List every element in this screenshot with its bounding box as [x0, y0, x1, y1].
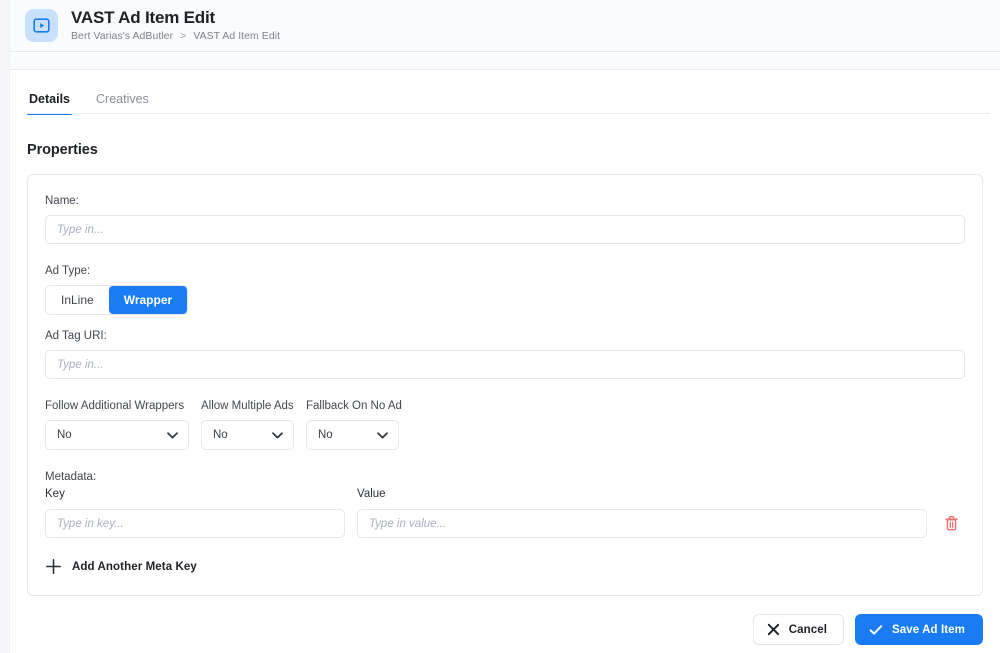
section-title-properties: Properties: [27, 142, 98, 158]
metadata-value-header: Value: [357, 488, 386, 500]
page-header: VAST Ad Item Edit Bert Varias's AdButler…: [10, 0, 1000, 52]
dropdown-group-follow-additional-wrappers: Follow Additional Wrappers No: [45, 399, 189, 450]
metadata-value-input[interactable]: [357, 509, 927, 538]
content-area: Properties Name: Ad Type: InLine Wrapper…: [10, 115, 1000, 645]
dropdown-row: Follow Additional Wrappers No Allow Mult…: [45, 399, 965, 450]
ad-type-option-wrapper[interactable]: Wrapper: [108, 286, 188, 314]
dropdown-value-follow-additional-wrappers: No: [57, 429, 72, 441]
metadata-key-header: Key: [45, 488, 65, 500]
cancel-button[interactable]: Cancel: [752, 614, 844, 645]
plus-icon: [46, 559, 61, 574]
cancel-button-label: Cancel: [788, 623, 827, 636]
header-band: [10, 53, 1000, 70]
add-another-meta-key-label: Add Another Meta Key: [72, 560, 197, 573]
dropdown-label-follow-additional-wrappers: Follow Additional Wrappers: [45, 400, 185, 412]
dropdown-fallback-on-no-ad[interactable]: No: [306, 420, 399, 450]
name-input[interactable]: [45, 215, 965, 244]
video-play-icon: [25, 9, 58, 42]
metadata-row: [45, 509, 965, 538]
dropdown-label-allow-multiple-ads: Allow Multiple Ads: [201, 400, 294, 412]
ad-type-label: Ad Type:: [45, 265, 91, 277]
chevron-down-icon: [272, 431, 283, 438]
metadata-delete-row-button[interactable]: [937, 510, 965, 538]
breadcrumb: Bert Varias's AdButler > VAST Ad Item Ed…: [71, 30, 280, 43]
dropdown-value-allow-multiple-ads: No: [213, 429, 228, 441]
dropdown-label-fallback-on-no-ad: Fallback On No Ad: [306, 400, 402, 412]
save-ad-item-button[interactable]: Save Ad Item: [855, 614, 983, 645]
ad-tag-uri-input[interactable]: [45, 350, 965, 379]
breadcrumb-current: VAST Ad Item Edit: [193, 30, 281, 42]
ad-type-toggle-group: InLine Wrapper: [45, 285, 189, 315]
tab-details[interactable]: Details: [27, 92, 72, 115]
ad-tag-uri-label: Ad Tag URI:: [45, 330, 107, 342]
dropdown-group-fallback-on-no-ad: Fallback On No Ad No: [306, 399, 402, 450]
metadata-column-headers: Key Value: [45, 487, 965, 509]
metadata-key-input[interactable]: [45, 509, 345, 538]
dropdown-allow-multiple-ads[interactable]: No: [201, 420, 294, 450]
save-ad-item-button-label: Save Ad Item: [892, 623, 965, 636]
name-label: Name:: [45, 195, 79, 207]
properties-card: Name: Ad Type: InLine Wrapper Ad Tag URI…: [27, 174, 983, 596]
breadcrumb-separator: >: [180, 30, 187, 42]
tab-bar: Details Creatives: [10, 71, 1000, 115]
dropdown-group-allow-multiple-ads: Allow Multiple Ads No: [201, 399, 294, 450]
tab-creatives[interactable]: Creatives: [94, 92, 151, 115]
dropdown-follow-additional-wrappers[interactable]: No: [45, 420, 189, 450]
tab-bar-underline: [27, 113, 990, 114]
header-text-block: VAST Ad Item Edit Bert Varias's AdButler…: [71, 8, 280, 43]
page-title: VAST Ad Item Edit: [71, 8, 215, 27]
trash-icon: [944, 516, 958, 531]
metadata-label: Metadata:: [45, 471, 97, 483]
add-another-meta-key-button[interactable]: Add Another Meta Key: [45, 558, 197, 575]
form-footer: Cancel Save Ad Item: [27, 614, 983, 645]
chevron-down-icon: [167, 431, 178, 438]
left-rail: [0, 0, 10, 653]
ad-type-option-inline[interactable]: InLine: [46, 286, 109, 314]
close-x-icon: [767, 623, 779, 636]
check-icon: [869, 624, 883, 635]
vast-ad-item-edit-page: VAST Ad Item Edit Bert Varias's AdButler…: [0, 0, 1000, 653]
breadcrumb-root[interactable]: Bert Varias's AdButler: [71, 30, 173, 42]
chevron-down-icon: [377, 431, 388, 438]
dropdown-value-fallback-on-no-ad: No: [318, 429, 333, 441]
